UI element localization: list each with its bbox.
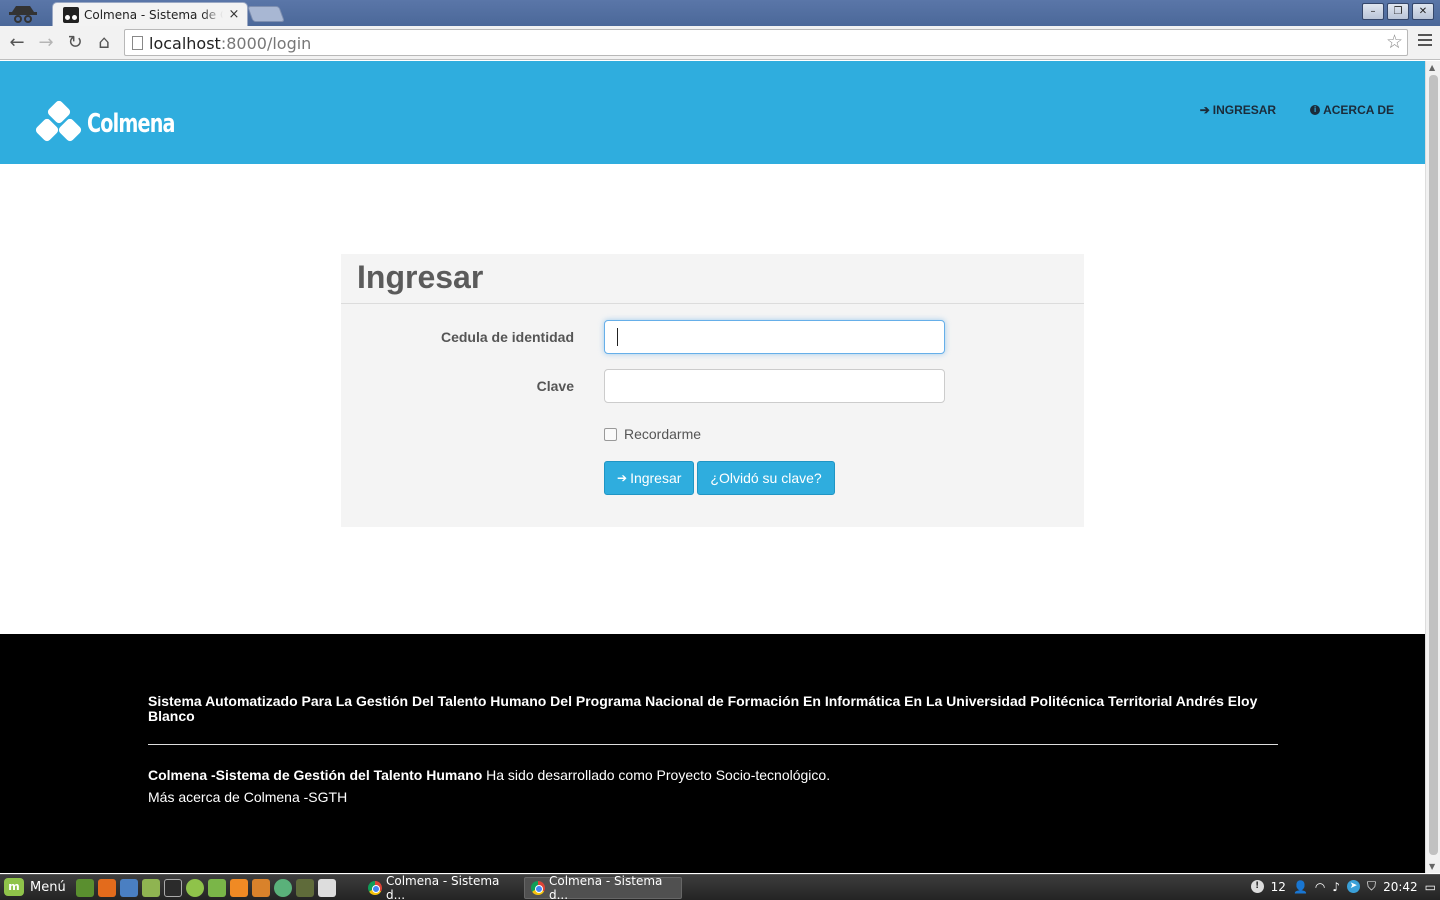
start-menu-button[interactable]: m Menú (4, 878, 66, 896)
scroll-down-icon[interactable]: ▼ (1429, 862, 1435, 871)
mint-logo-icon: m (4, 878, 24, 896)
colmena-favicon-icon (63, 6, 79, 23)
forward-button[interactable]: → (34, 31, 58, 55)
files-icon[interactable] (142, 879, 160, 897)
clave-label: Clave (536, 378, 574, 394)
chrome-icon (368, 881, 382, 895)
quick-launchers (76, 879, 336, 897)
forgot-password-button[interactable]: ¿Olvidó su clave? (697, 461, 835, 495)
cedula-label: Cedula de identidad (440, 329, 574, 345)
site-footer: Sistema Automatizado Para La Gestión Del… (0, 634, 1425, 873)
back-button[interactable]: ← (5, 31, 29, 55)
colmena-app-icon[interactable] (318, 879, 336, 897)
start-menu-label: Menú (30, 879, 66, 895)
browser-tab[interactable]: Colmena - Sistema de Ge × (52, 2, 248, 26)
submit-button[interactable]: ➔ Ingresar (604, 461, 695, 495)
user-icon[interactable]: 👤 (1293, 880, 1308, 894)
remember-row: Recordarme (604, 426, 701, 442)
shield-icon[interactable]: ⛉ (1367, 879, 1376, 894)
taskbar-window-1-label: Colmena - Sistema d... (386, 874, 500, 900)
update-alert-icon[interactable]: ! (1250, 880, 1264, 893)
monitor-icon[interactable] (296, 879, 314, 897)
address-bar[interactable]: localhost:8000/login ☆ (124, 29, 1408, 56)
nav-acerca-label: ACERCA DE (1323, 103, 1394, 117)
notifications-icon[interactable]: ▭ (1425, 880, 1436, 894)
info-icon: i (1310, 105, 1321, 115)
login-buttons: ➔ Ingresar ¿Olvidó su clave? (604, 461, 835, 495)
browser-tabstrip: Colmena - Sistema de Ge × – ❐ ✕ (0, 0, 1440, 26)
remember-label[interactable]: Recordarme (624, 426, 701, 442)
app-icon[interactable] (186, 879, 204, 897)
cedula-input[interactable] (604, 320, 945, 354)
wifi-icon[interactable]: ◠ (1315, 880, 1325, 894)
brand-name: Colmena (87, 109, 176, 139)
window-controls: – ❐ ✕ (1362, 3, 1434, 20)
show-desktop-icon[interactable] (76, 879, 94, 897)
clock[interactable]: 20:42 (1383, 880, 1418, 894)
remember-checkbox[interactable] (604, 427, 617, 441)
android-icon[interactable] (208, 879, 226, 897)
new-tab-button[interactable] (247, 6, 285, 22)
page-viewport: Colmena ➔ INGRESAR i ACERCA DE Ingresar … (0, 61, 1425, 873)
tab-title: Colmena - Sistema de Ge (84, 7, 223, 22)
cedula-row: Cedula de identidad (341, 320, 574, 354)
taskbar-window-2-label: Colmena - Sistema d... (549, 874, 663, 900)
nav-acerca-de[interactable]: i ACERCA DE (1310, 103, 1394, 117)
url-text: localhost:8000/login (149, 34, 312, 53)
brand[interactable]: Colmena (34, 99, 194, 145)
page-scrollbar[interactable]: ▲ ▼ (1425, 61, 1440, 873)
bookmark-star-icon[interactable]: ☆ (1386, 31, 1403, 53)
system-tray: ! 12 👤 ◠ ♪ ➤ ⛉ 20:42 ▭ (1250, 879, 1436, 894)
minimize-button[interactable]: – (1362, 3, 1384, 20)
submit-label: Ingresar (630, 470, 682, 486)
site-navbar: Colmena ➔ INGRESAR i ACERCA DE (0, 61, 1425, 164)
forgot-label: ¿Olvidó su clave? (710, 470, 822, 486)
terminal-icon[interactable] (164, 879, 182, 897)
scroll-up-icon[interactable]: ▲ (1429, 63, 1435, 72)
taskbar-window-2[interactable]: Colmena - Sistema d... (524, 874, 682, 900)
browser-toolbar: ← → ↻ ⌂ localhost:8000/login ☆ (0, 26, 1440, 60)
sign-in-icon: ➔ (617, 471, 628, 485)
settings-icon[interactable] (230, 879, 248, 897)
colmena-logo-icon (34, 99, 83, 145)
reload-button[interactable]: ↻ (63, 31, 87, 55)
footer-divider (148, 744, 1278, 745)
login-panel: Ingresar Cedula de identidad Clave Recor… (341, 254, 1084, 527)
page-icon (132, 36, 143, 50)
nav-links: ➔ INGRESAR i ACERCA DE (1200, 103, 1394, 117)
footer-more-link[interactable]: Más acerca de Colmena -SGTH (148, 789, 347, 805)
close-window-button[interactable]: ✕ (1412, 3, 1434, 20)
login-title: Ingresar (357, 259, 484, 295)
restore-button[interactable]: ❐ (1387, 3, 1409, 20)
incognito-icon (9, 6, 37, 23)
update-count: 12 (1270, 879, 1286, 894)
firefox-icon[interactable] (98, 879, 116, 897)
nav-ingresar[interactable]: ➔ INGRESAR (1200, 103, 1276, 117)
volume-icon[interactable]: ♪ (1332, 880, 1340, 894)
login-panel-header: Ingresar (341, 254, 1084, 304)
home-button[interactable]: ⌂ (92, 31, 116, 55)
sign-in-icon: ➔ (1199, 103, 1210, 117)
text-caret (617, 328, 618, 346)
sublime-icon[interactable] (252, 879, 270, 897)
telegram-icon[interactable]: ➤ (1347, 880, 1361, 893)
taskbar-window-1[interactable]: Colmena - Sistema d... (362, 874, 520, 900)
chrome-icon (531, 881, 545, 895)
nav-ingresar-label: INGRESAR (1212, 103, 1277, 117)
tab-close-icon[interactable]: × (227, 7, 241, 22)
os-taskbar: m Menú Colmena - Sistema d... Colmena - … (0, 874, 1440, 900)
scroll-thumb[interactable] (1429, 75, 1438, 855)
clave-row: Clave (341, 369, 574, 403)
chrome-menu-icon[interactable] (1418, 34, 1432, 48)
clave-input[interactable] (604, 369, 945, 403)
footer-title: Sistema Automatizado Para La Gestión Del… (148, 693, 1258, 724)
chromium-icon[interactable] (120, 879, 138, 897)
footer-description: Colmena -Sistema de Gestión del Talento … (148, 767, 831, 783)
app2-icon[interactable] (274, 879, 292, 897)
